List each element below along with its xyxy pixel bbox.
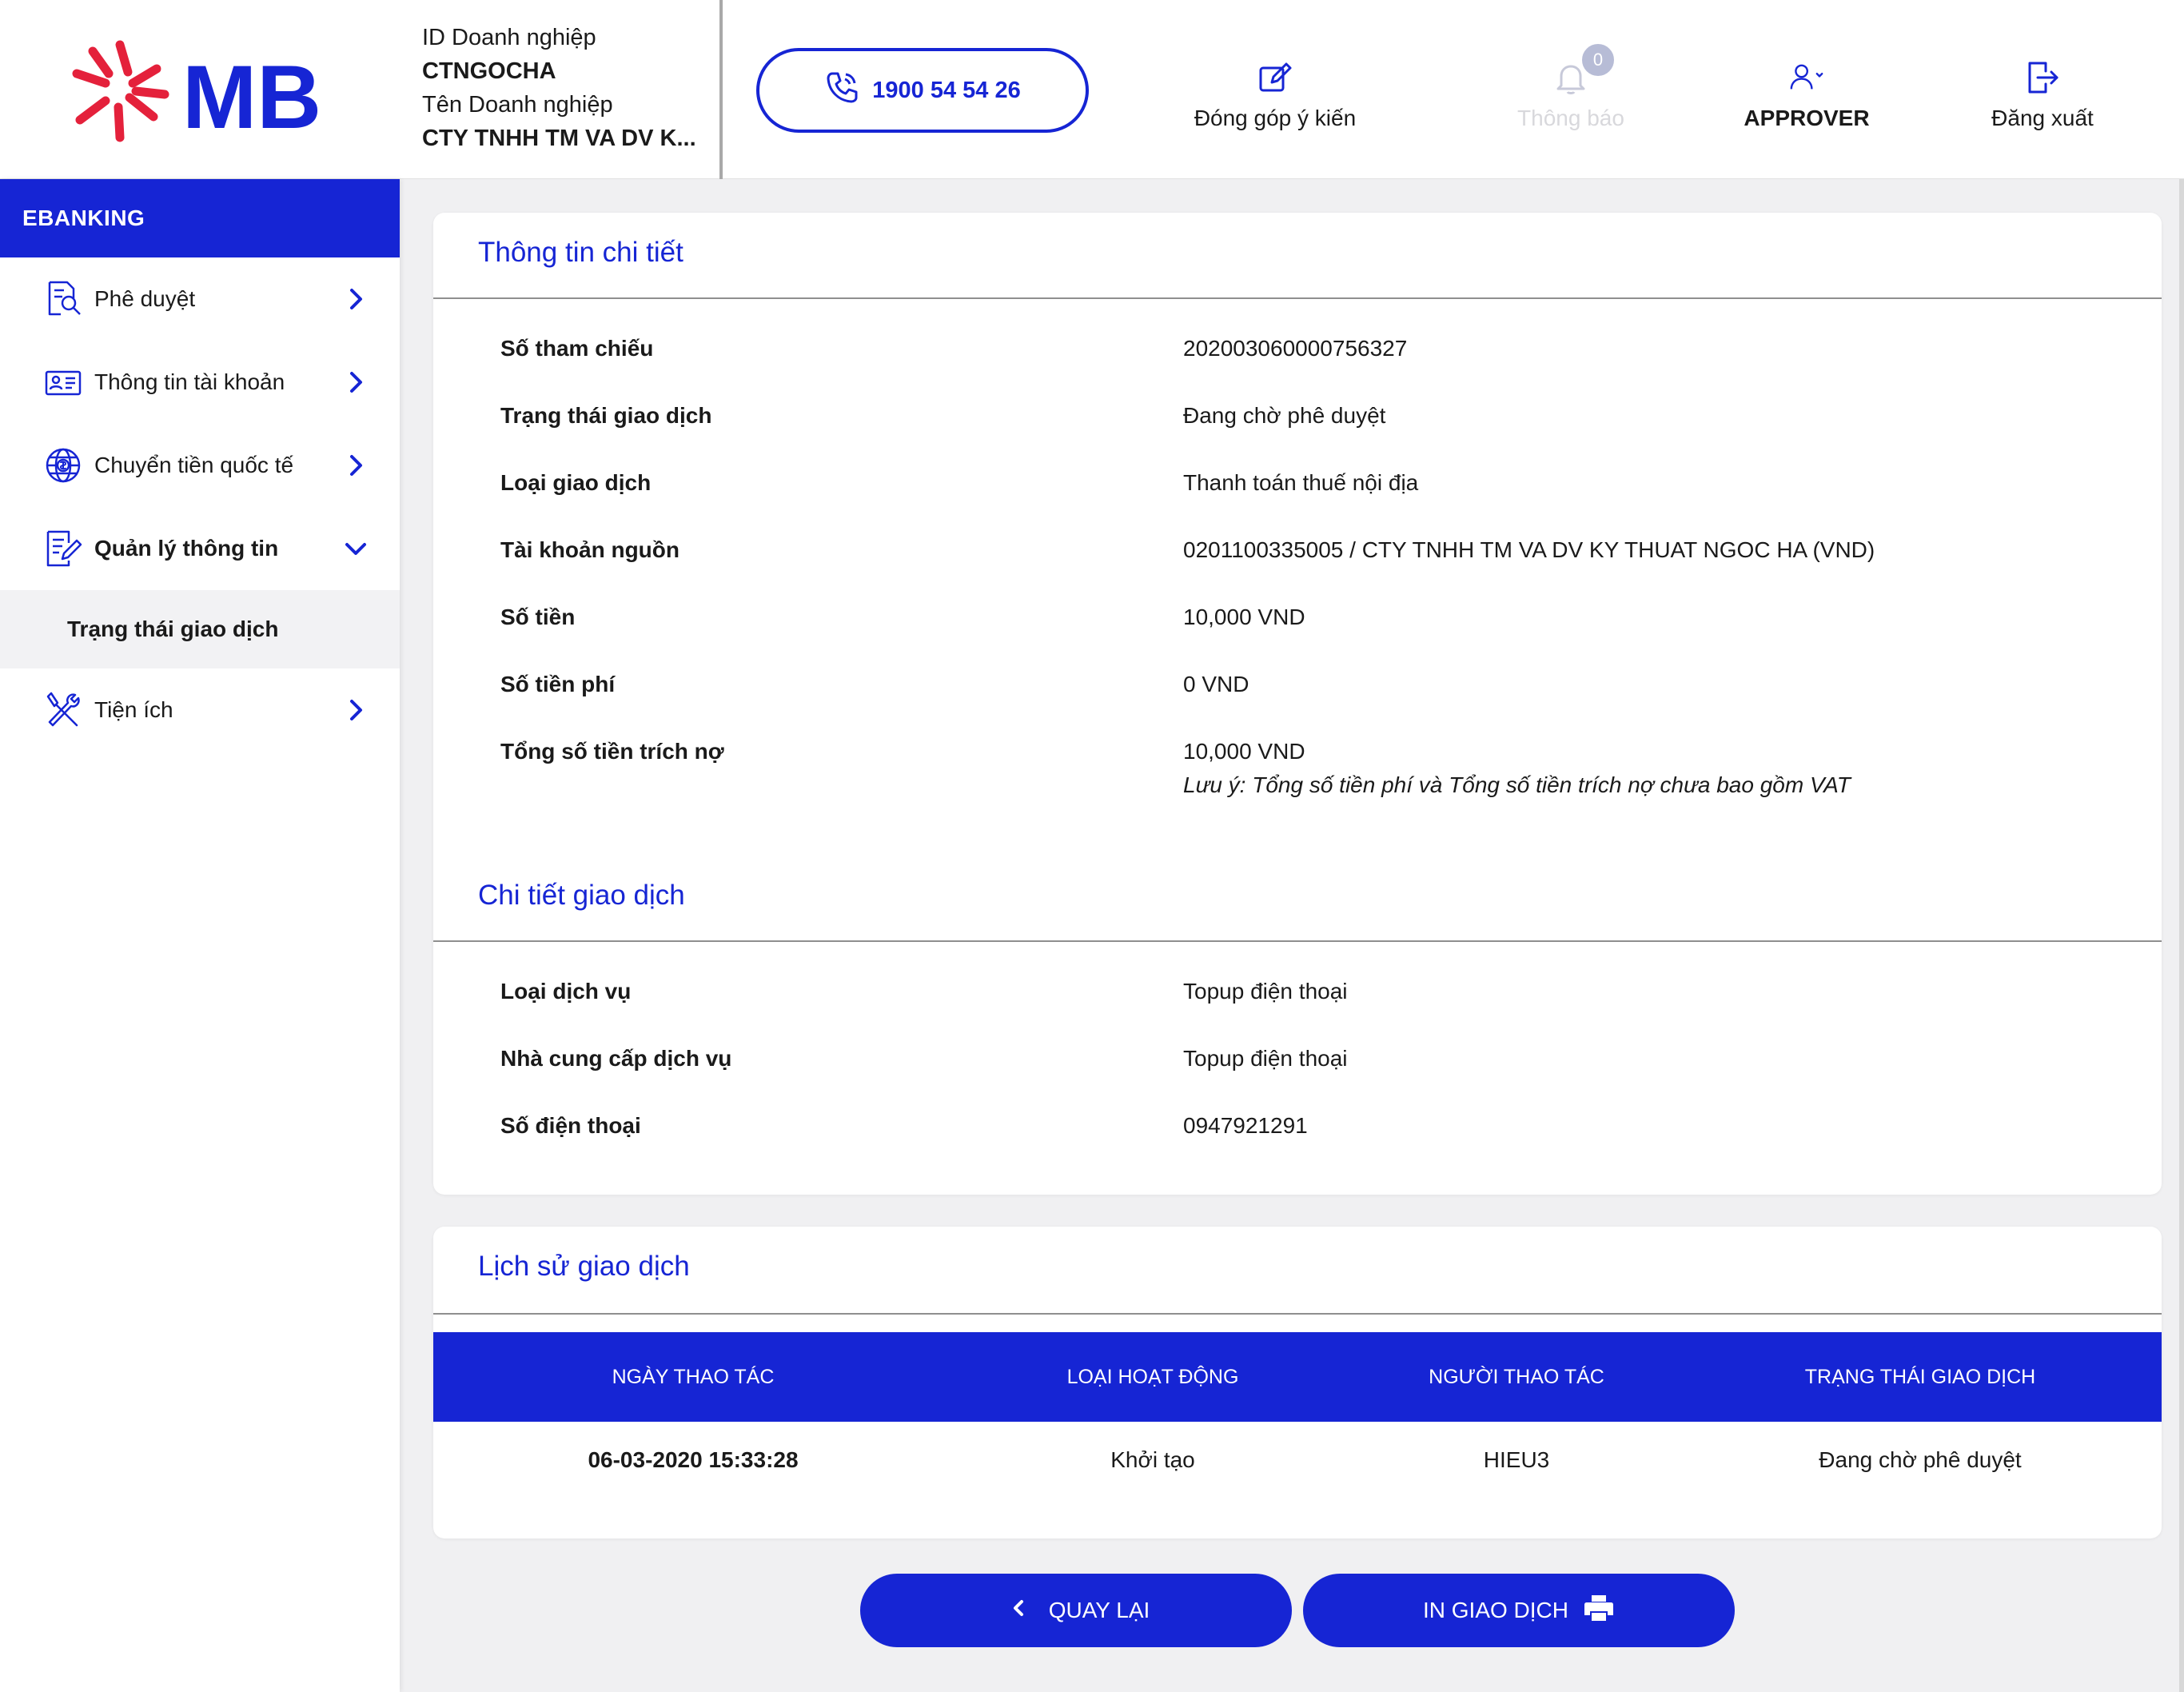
print-label: IN GIAO DỊCH (1422, 1598, 1568, 1622)
user-menu-button[interactable]: APPROVER (1727, 51, 1887, 131)
sidebar-item-label: Chuyển tiền quốc tế (94, 453, 294, 477)
history-table-header: NGÀY THAO TÁC LOẠI HOẠT ĐỘNG NGƯỜI THAO … (433, 1332, 2162, 1422)
approve-icon (43, 279, 83, 319)
cell-activity: Khởi tạo (1110, 1447, 1195, 1472)
edit-icon (1256, 58, 1294, 106)
cell-user: HIEU3 (1483, 1447, 1550, 1472)
sidebar-item-international-transfer[interactable]: Chuyển tiền quốc tế (0, 424, 400, 507)
detail-label: Tổng số tiền trích nợ (500, 739, 724, 764)
sidebar-subitem-transaction-status[interactable]: Trạng thái giao dịch (0, 590, 400, 668)
logout-button[interactable]: Đăng xuất (1967, 51, 2118, 131)
detail-card: Thông tin chi tiết Số tham chiếu 2020030… (433, 213, 2162, 1195)
globe-money-icon (43, 445, 83, 485)
transaction-value: 0947921291 (1183, 1113, 1308, 1138)
print-button[interactable]: IN GIAO DỊCH (1303, 1574, 1735, 1647)
detail-value: 10,000 VND (1183, 605, 1305, 629)
company-info: ID Doanh nghiệp CTNGOCHA Tên Doanh nghiệ… (422, 21, 718, 155)
transaction-label: Nhà cung cấp dịch vụ (500, 1046, 732, 1071)
transaction-section-title: Chi tiết giao dịch (478, 880, 685, 911)
user-role: APPROVER (1744, 106, 1870, 130)
user-icon (1787, 58, 1826, 106)
company-id-label: ID Doanh nghiệp (422, 25, 596, 50)
detail-value: 0 VND (1183, 672, 1249, 696)
column-header-status: TRẠNG THÁI GIAO DỊCH (1804, 1365, 2036, 1388)
detail-label: Số tiền phí (500, 672, 616, 696)
chevron-down-icon (344, 537, 368, 561)
company-id: CTNGOCHA (422, 58, 556, 84)
sidebar-item-label: Phê duyệt (94, 286, 196, 311)
detail-section-title: Thông tin chi tiết (478, 237, 683, 268)
chevron-right-icon (344, 370, 368, 394)
account-card-icon (43, 362, 83, 402)
detail-value: 0201100335005 / CTY TNHH TM VA DV KY THU… (1183, 537, 1875, 562)
detail-value: 10,000 VND (1183, 739, 1305, 764)
detail-label: Tài khoản nguồn (500, 537, 680, 562)
sidebar-item-info-management[interactable]: Quản lý thông tin (0, 507, 400, 590)
chevron-right-icon (344, 698, 368, 722)
detail-label: Số tiền (500, 605, 576, 629)
document-edit-icon (43, 529, 83, 569)
sidebar-item-approve[interactable]: Phê duyệt (0, 257, 400, 341)
transaction-label: Loại dịch vụ (500, 979, 632, 1004)
sidebar-item-utilities[interactable]: Tiện ích (0, 668, 400, 752)
cell-date: 06-03-2020 15:33:28 (588, 1447, 799, 1472)
notification-label: Thông báo (1517, 106, 1624, 130)
page-scrollbar[interactable] (2179, 179, 2184, 1692)
company-name-label: Tên Doanh nghiệp (422, 92, 613, 118)
notification-count-badge: 0 (1580, 42, 1616, 78)
sidebar: EBANKING Phê duyệt Thông tin tài khoản C… (0, 179, 400, 1692)
transaction-label: Số điện thoại (500, 1113, 641, 1138)
cell-status: Đang chờ phê duyệt (1819, 1447, 2022, 1472)
sidebar-title: EBANKING (0, 179, 400, 257)
header-divider (719, 0, 723, 179)
logout-icon (2023, 58, 2062, 106)
mb-logo[interactable]: MB (70, 34, 334, 147)
company-name: CTY TNHH TM VA DV K... (422, 126, 696, 151)
vat-note: Lưu ý: Tổng số tiền phí và Tổng số tiền … (1183, 772, 1851, 797)
section-divider (433, 1313, 2162, 1315)
tools-icon (43, 690, 83, 730)
sidebar-item-label: Thông tin tài khoản (94, 369, 285, 394)
logout-label: Đăng xuất (1991, 106, 2094, 130)
section-divider (433, 297, 2162, 299)
printer-icon (1583, 1592, 1615, 1630)
section-divider (433, 940, 2162, 942)
history-section-title: Lịch sử giao dịch (478, 1251, 690, 1282)
hotline-number: 1900 54 54 26 (872, 77, 1021, 103)
back-label: QUAY LẠI (1048, 1598, 1150, 1622)
notification-button[interactable]: 0 Thông báo (1495, 42, 1647, 131)
history-card: Lịch sử giao dịch NGÀY THAO TÁC LOẠI HOẠ… (433, 1227, 2162, 1538)
chevron-right-icon (344, 287, 368, 311)
detail-label: Trạng thái giao dịch (500, 403, 712, 428)
chevron-right-icon (344, 453, 368, 477)
mb-star-icon (72, 40, 169, 142)
detail-label: Số tham chiếu (500, 336, 654, 361)
column-header-activity: LOẠI HOẠT ĐỘNG (1066, 1365, 1239, 1388)
transaction-value: Topup điện thoại (1183, 979, 1348, 1004)
chevron-left-icon (1002, 1592, 1034, 1630)
top-header: MB ID Doanh nghiệp CTNGOCHA Tên Doanh ng… (0, 0, 2184, 179)
sidebar-item-label: Tiện ích (94, 697, 173, 722)
transaction-value: Topup điện thoại (1183, 1046, 1348, 1071)
phone-icon (824, 70, 859, 111)
feedback-label: Đóng góp ý kiến (1194, 106, 1357, 130)
feedback-button[interactable]: Đóng góp ý kiến (1183, 51, 1367, 131)
column-header-user: NGƯỜI THAO TÁC (1429, 1365, 1604, 1388)
back-button[interactable]: QUAY LẠI (860, 1574, 1292, 1647)
column-header-date: NGÀY THAO TÁC (612, 1365, 775, 1388)
hotline-button[interactable]: 1900 54 54 26 (756, 48, 1089, 133)
mb-logo-text: MB (182, 47, 321, 146)
detail-value: Thanh toán thuế nội địa (1183, 470, 1419, 495)
detail-value: Đang chờ phê duyệt (1183, 403, 1386, 428)
detail-label: Loại giao dịch (500, 470, 652, 495)
sidebar-item-label: Quản lý thông tin (94, 536, 279, 561)
sidebar-item-account-info[interactable]: Thông tin tài khoản (0, 341, 400, 424)
detail-value: 202003060000756327 (1183, 336, 1408, 361)
